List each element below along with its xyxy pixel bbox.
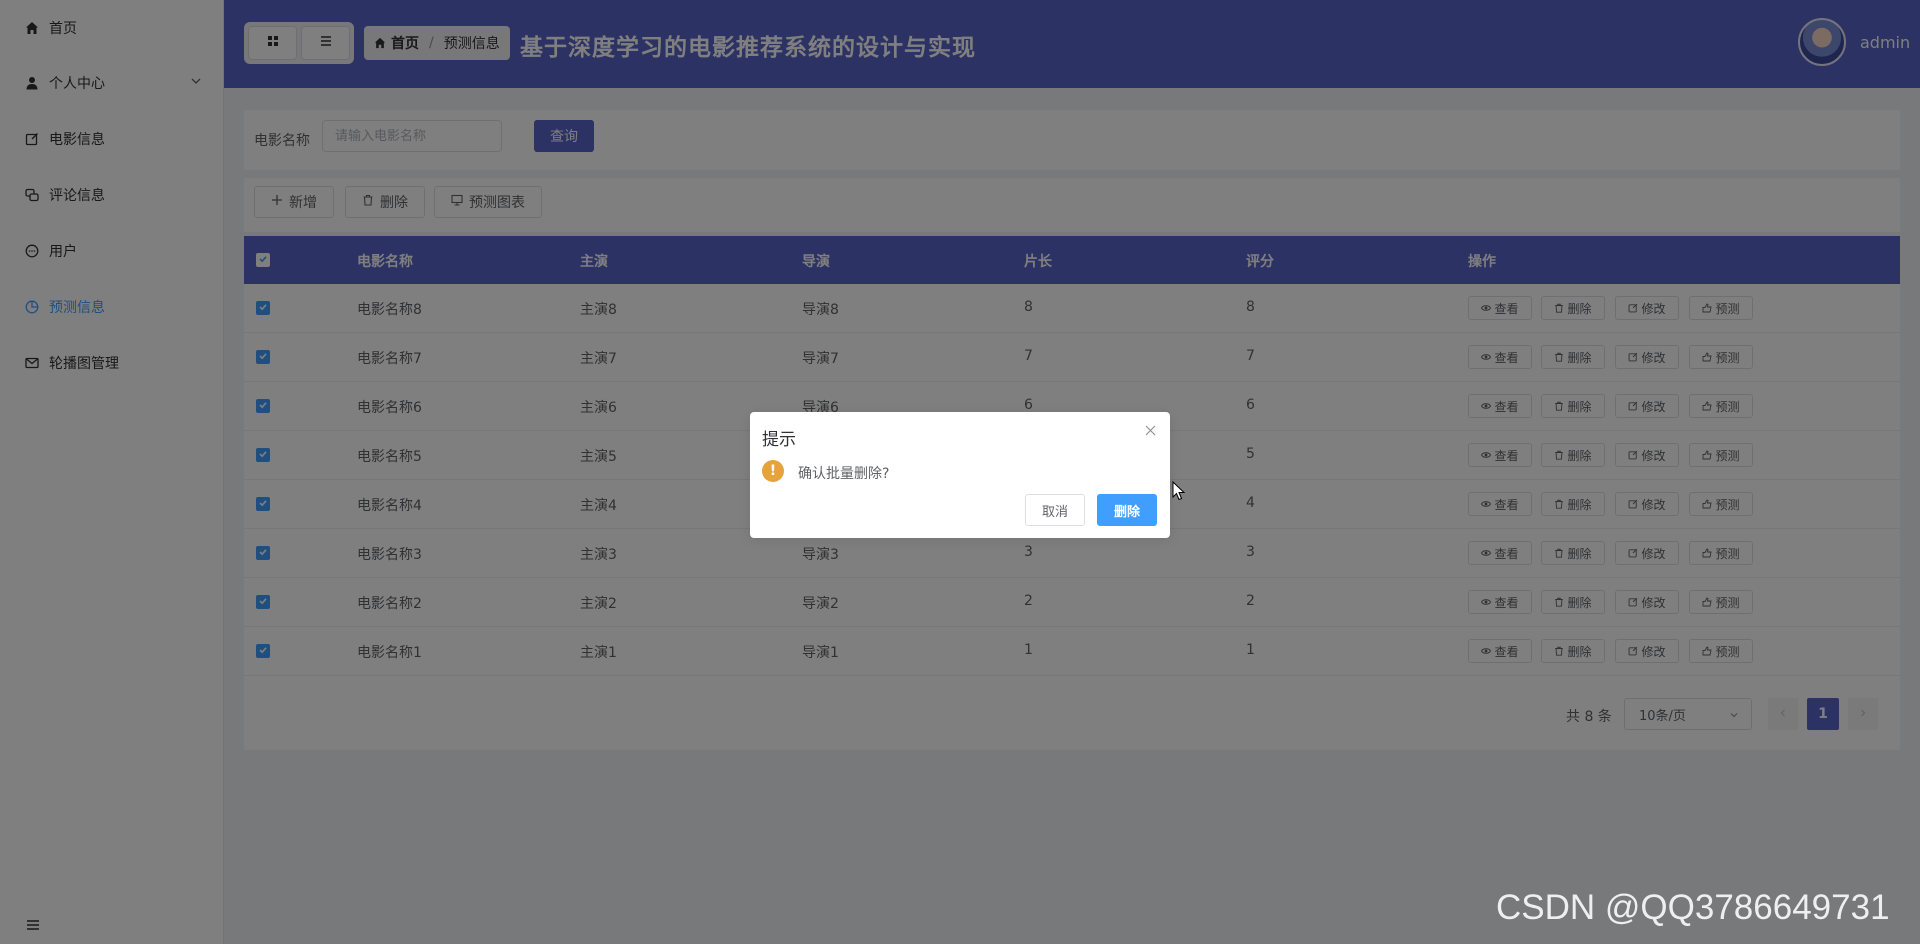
confirm-dialog: 提示 ! 确认批量删除? 取消 删除 xyxy=(750,412,1170,538)
cancel-button[interactable]: 取消 xyxy=(1025,494,1085,526)
warning-icon: ! xyxy=(762,460,784,482)
close-icon[interactable] xyxy=(1142,422,1158,438)
dialog-title: 提示 xyxy=(762,430,796,450)
confirm-delete-button[interactable]: 删除 xyxy=(1097,494,1157,526)
mouse-cursor-icon xyxy=(1172,480,1186,505)
watermark: CSDN @QQ3786649731 xyxy=(1496,888,1890,927)
dialog-message: 确认批量删除? xyxy=(798,466,890,482)
